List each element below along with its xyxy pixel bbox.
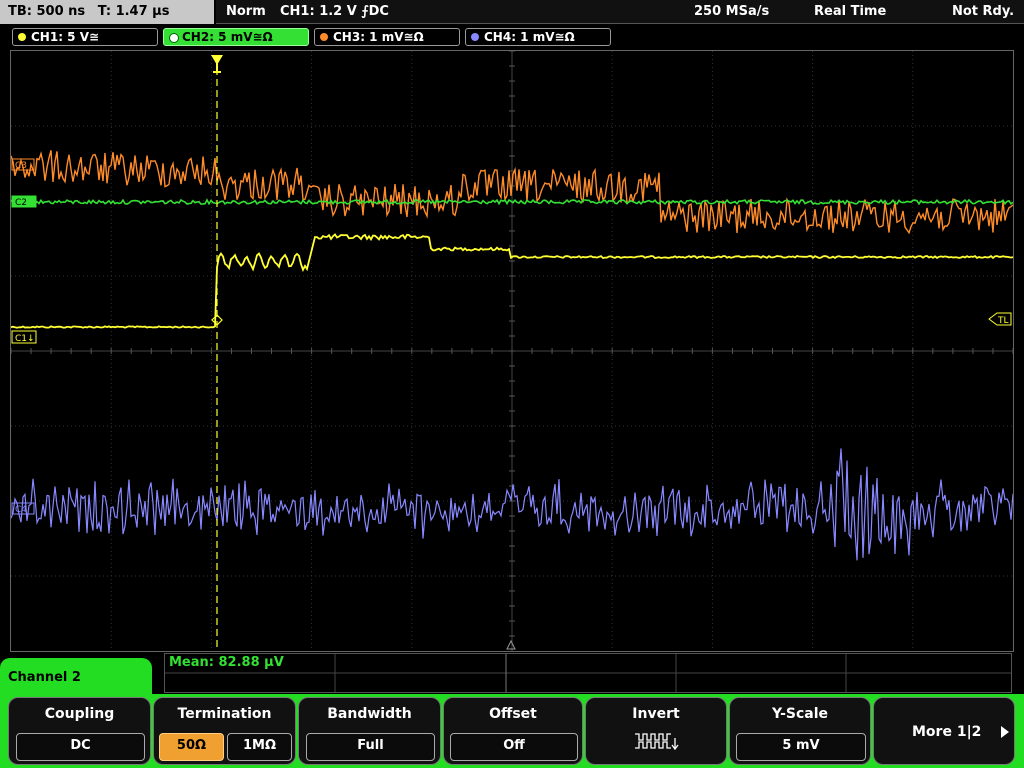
svg-text:C2: C2 [15, 198, 27, 208]
ch3-color-dot [320, 33, 328, 41]
next-page-arrow-icon [1001, 726, 1009, 738]
svg-text:C4: C4 [15, 505, 27, 515]
sample-rate: 250 MSa/s [694, 4, 770, 19]
measurement-panel[interactable]: Mean: 82.88 µV [164, 653, 1012, 693]
channel-tab-ch2[interactable]: CH2: 5 mV≅Ω [163, 28, 309, 46]
trigger-level-marker[interactable]: TL [988, 312, 1012, 326]
channel-tab-ch1[interactable]: CH1: 5 V≅ [12, 28, 158, 46]
ch2-label: CH2: 5 mV≅Ω [182, 30, 273, 44]
bandwidth-value: Full [306, 733, 435, 761]
bandwidth-softkey[interactable]: Bandwidth Full [298, 697, 441, 765]
more-label: More 1|2 [912, 724, 982, 740]
trigger-mode: Norm [226, 4, 266, 19]
ch4-color-dot [471, 33, 479, 41]
coupling-softkey[interactable]: Coupling DC [8, 697, 151, 765]
y-scale-label: Y-Scale [771, 706, 828, 722]
waveform-svg: C3 C2 C1↓ C4 TL [11, 51, 1013, 651]
menu-title: Channel 2 [8, 670, 81, 685]
ch4-label: CH4: 1 mV≅Ω [484, 30, 575, 44]
ch2-color-dot [169, 33, 179, 43]
coupling-label: Coupling [44, 706, 115, 722]
offset-value: Off [450, 733, 578, 761]
acquisition-state: Not Rdy. [952, 4, 1015, 19]
channel-tab-ch3[interactable]: CH3: 1 mV≅Ω [314, 28, 460, 46]
y-scale-value: 5 mV [736, 733, 866, 761]
waveform-display[interactable]: C3 C2 C1↓ C4 TL [10, 50, 1014, 652]
ch1-color-dot [18, 33, 26, 41]
termination-softkey[interactable]: Termination 50Ω 1MΩ [153, 697, 296, 765]
channel-tab-ch4[interactable]: CH4: 1 mV≅Ω [465, 28, 611, 46]
trigger-time-readout: T: 1.47 µs [97, 4, 170, 19]
more-softkey[interactable]: More 1|2 [873, 697, 1015, 765]
ch2-ground-marker[interactable]: C2 [11, 195, 37, 208]
svg-text:C1↓: C1↓ [15, 334, 35, 344]
center-reference-marker [506, 639, 516, 650]
termination-50ohm-option[interactable]: 50Ω [159, 733, 224, 761]
invert-waveform-icon [635, 733, 679, 751]
termination-label: Termination [177, 706, 272, 722]
timebase-readout: TB: 500 ns [8, 4, 86, 19]
invert-label: Invert [632, 706, 680, 722]
offset-softkey[interactable]: Offset Off [443, 697, 583, 765]
trigger-source: CH1: 1.2 V ⨍DC [280, 4, 389, 19]
ch1-label: CH1: 5 V≅ [31, 30, 100, 44]
svg-text:C3: C3 [15, 161, 27, 171]
coupling-value: DC [16, 733, 145, 761]
offset-label: Offset [489, 706, 537, 722]
ch3-label: CH3: 1 mV≅Ω [333, 30, 424, 44]
timebase-panel[interactable]: TB: 500 ns T: 1.47 µs [0, 0, 214, 24]
measurement-grid [165, 654, 1011, 692]
trigger-status-bar[interactable]: Norm CH1: 1.2 V ⨍DC 250 MSa/s Real Time … [216, 0, 1024, 24]
ch1-ground-marker[interactable]: C1↓ [11, 330, 37, 344]
mean-measurement: Mean: 82.88 µV [169, 655, 284, 670]
invert-softkey[interactable]: Invert [585, 697, 727, 765]
y-scale-softkey[interactable]: Y-Scale 5 mV [729, 697, 871, 765]
graticule [11, 51, 1013, 651]
termination-1mohm-option[interactable]: 1MΩ [227, 733, 292, 761]
bandwidth-label: Bandwidth [327, 706, 412, 722]
acquisition-mode: Real Time [814, 4, 887, 19]
svg-text:TL: TL [997, 316, 1009, 326]
